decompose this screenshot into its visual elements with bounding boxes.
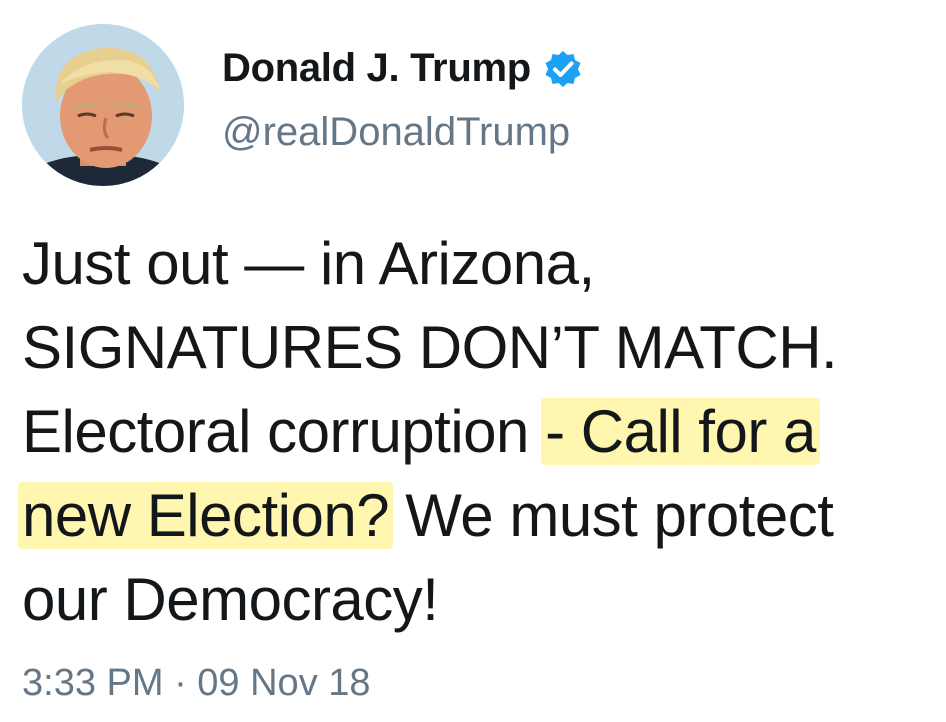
- highlighted-text: new Election?: [18, 482, 394, 549]
- tweet-card: Donald J. Trump @realDonaldTrump Just ou…: [0, 0, 946, 722]
- display-name-text[interactable]: Donald J. Trump: [222, 40, 531, 96]
- highlighted-text: - Call for a: [541, 398, 820, 465]
- avatar[interactable]: [22, 24, 184, 186]
- user-handle[interactable]: @realDonaldTrump: [222, 108, 570, 156]
- tweet-line: SIGNATURES DON’T MATCH.: [22, 314, 838, 381]
- tweet-line: Electoral corruption - Call for a: [22, 390, 942, 474]
- tweet-text-segment: We must protect: [389, 482, 834, 549]
- tweet-text-segment: Electoral corruption: [22, 398, 546, 465]
- tweet-line: our Democracy!: [22, 566, 439, 633]
- verified-badge-icon: [543, 48, 583, 88]
- tweet-text: Just out — in Arizona, SIGNATURES DON’T …: [18, 222, 942, 642]
- profile-photo: [22, 24, 184, 186]
- display-name[interactable]: Donald J. Trump: [222, 40, 583, 96]
- tweet-timestamp[interactable]: 3:33 PM · 09 Nov 18: [22, 658, 371, 708]
- tweet-line: Just out — in Arizona,: [22, 230, 595, 297]
- tweet-line: new Election? We must protect: [18, 474, 942, 558]
